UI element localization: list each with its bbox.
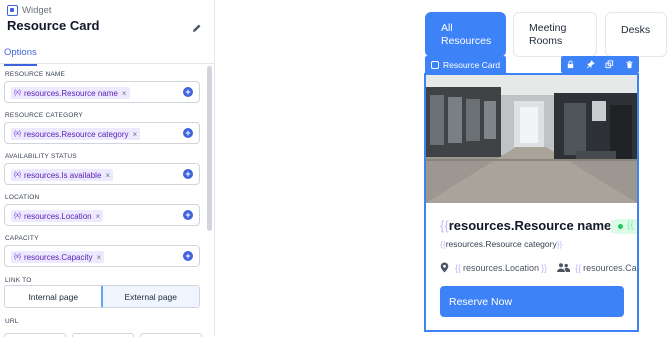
plus-circle-icon[interactable]: + [183, 251, 193, 261]
chip-remove-icon[interactable]: × [133, 130, 138, 139]
resource-card[interactable]: {{resources.Resource name}} {{ {{resourc… [424, 73, 639, 332]
binding-chip: {x} resources.Resource category × [11, 128, 141, 140]
selected-widget-label[interactable]: Resource Card [425, 56, 507, 73]
resource-name-binding: {{resources.Resource name}} [440, 218, 620, 233]
partial-input[interactable] [4, 333, 66, 337]
resource-name-input[interactable]: {x} resources.Resource name × + [4, 81, 200, 103]
widget-header: Widget [7, 5, 52, 16]
field-label-link-to: LINK TO [5, 277, 32, 284]
field-label-location: LOCATION [5, 194, 40, 201]
tab-label-line1: All [441, 22, 453, 34]
tab-label-line1: Desks [621, 24, 651, 36]
tab-divider [0, 63, 214, 64]
tab-label-line2: Rooms [529, 35, 563, 47]
plus-circle-icon[interactable]: + [183, 169, 193, 179]
app-root: Widget Resource Card Options RESOURCE NA… [0, 0, 670, 337]
plus-circle-icon[interactable]: + [183, 87, 193, 97]
panel-title: Resource Card [7, 18, 100, 33]
lock-icon[interactable] [566, 60, 576, 70]
field-label-availability-status: AVAILABILITY STATUS [5, 153, 77, 160]
chip-value: resources.Resource name [24, 88, 118, 98]
close-brace: }} [556, 239, 563, 249]
trash-icon[interactable] [624, 60, 634, 70]
binding-chip: {x} resources.Is available × [11, 169, 114, 181]
partial-input[interactable] [140, 333, 202, 337]
resource-meta-row: {{ resources.Location }} {{ resources.Ca [440, 262, 637, 273]
binding-chip: {x} resources.Location × [11, 210, 104, 222]
plus-circle-icon[interactable]: + [183, 128, 193, 138]
availability-status-input[interactable]: {x} resources.Is available × + [4, 163, 200, 185]
chip-value: resources.Resource category [24, 129, 129, 139]
internal-page-option[interactable]: Internal page [5, 286, 102, 307]
open-brace: {{ [575, 262, 582, 273]
widget-label: Widget [22, 5, 52, 16]
capacity-input[interactable]: {x} resources.Capacity × + [4, 245, 200, 267]
widget-toolbar [561, 56, 639, 73]
resource-category-text: resources.Resource category [445, 239, 557, 249]
chip-value: resources.Location [24, 211, 92, 221]
widget-icon [7, 5, 18, 16]
variable-icon: {x} [14, 254, 22, 260]
reserve-now-button[interactable]: Reserve Now [440, 286, 624, 317]
pin-icon[interactable] [585, 60, 595, 70]
resource-image [426, 75, 637, 203]
chip-value: resources.Is available [24, 170, 102, 180]
chip-remove-icon[interactable]: × [122, 89, 127, 98]
chip-remove-icon[interactable]: × [96, 212, 101, 221]
properties-panel: Widget Resource Card Options RESOURCE NA… [0, 0, 215, 337]
capacity-text: resources.Ca [583, 262, 637, 273]
duplicate-icon[interactable] [605, 60, 615, 70]
location-text: resources.Location [463, 262, 540, 273]
tab-label-line2: Resources [441, 35, 492, 47]
external-page-option[interactable]: External page [100, 286, 199, 307]
card-label-text: Resource Card [443, 59, 501, 70]
pencil-icon[interactable] [192, 23, 202, 33]
partial-input[interactable] [72, 333, 134, 337]
variable-icon: {x} [14, 131, 22, 137]
location-input[interactable]: {x} resources.Location × + [4, 204, 200, 226]
link-to-toggle[interactable]: Internal page External page [4, 285, 200, 308]
widget-icon [431, 60, 439, 69]
tab-label-line1: Meeting [529, 22, 567, 34]
open-brace: {{ [440, 218, 449, 233]
resource-name-text: resources.Resource name [448, 218, 612, 233]
open-brace: {{ [455, 262, 462, 273]
variable-icon: {x} [14, 90, 22, 96]
chip-remove-icon[interactable]: × [105, 171, 110, 180]
binding-chip: {x} resources.Resource name × [11, 87, 130, 99]
url-inputs-partial [4, 333, 202, 337]
field-label-resource-name: RESOURCE NAME [5, 71, 66, 78]
resource-category-input[interactable]: {x} resources.Resource category × + [4, 122, 200, 144]
tab-all-resources[interactable]: All Resources [425, 12, 506, 57]
badge-brace: {{ [627, 220, 634, 231]
tab-meeting-rooms[interactable]: Meeting Rooms [513, 12, 597, 57]
resource-category-binding: {{resources.Resource category}} [440, 239, 562, 249]
binding-chip: {x} resources.Capacity × [11, 251, 105, 263]
users-icon [557, 263, 571, 272]
chip-value: resources.Capacity [24, 252, 93, 262]
availability-badge: {{ [610, 219, 637, 234]
map-pin-icon [440, 262, 449, 273]
chip-remove-icon[interactable]: × [97, 253, 102, 262]
close-brace: }} [541, 262, 548, 273]
variable-icon: {x} [14, 213, 22, 219]
field-label-capacity: CAPACITY [5, 235, 39, 242]
panel-scrollbar[interactable] [207, 66, 212, 231]
plus-circle-icon[interactable]: + [183, 210, 193, 220]
tab-desks[interactable]: Desks [605, 12, 667, 57]
variable-icon: {x} [14, 172, 22, 178]
field-label-url: URL [5, 318, 19, 325]
field-label-resource-category: RESOURCE CATEGORY [5, 112, 83, 119]
